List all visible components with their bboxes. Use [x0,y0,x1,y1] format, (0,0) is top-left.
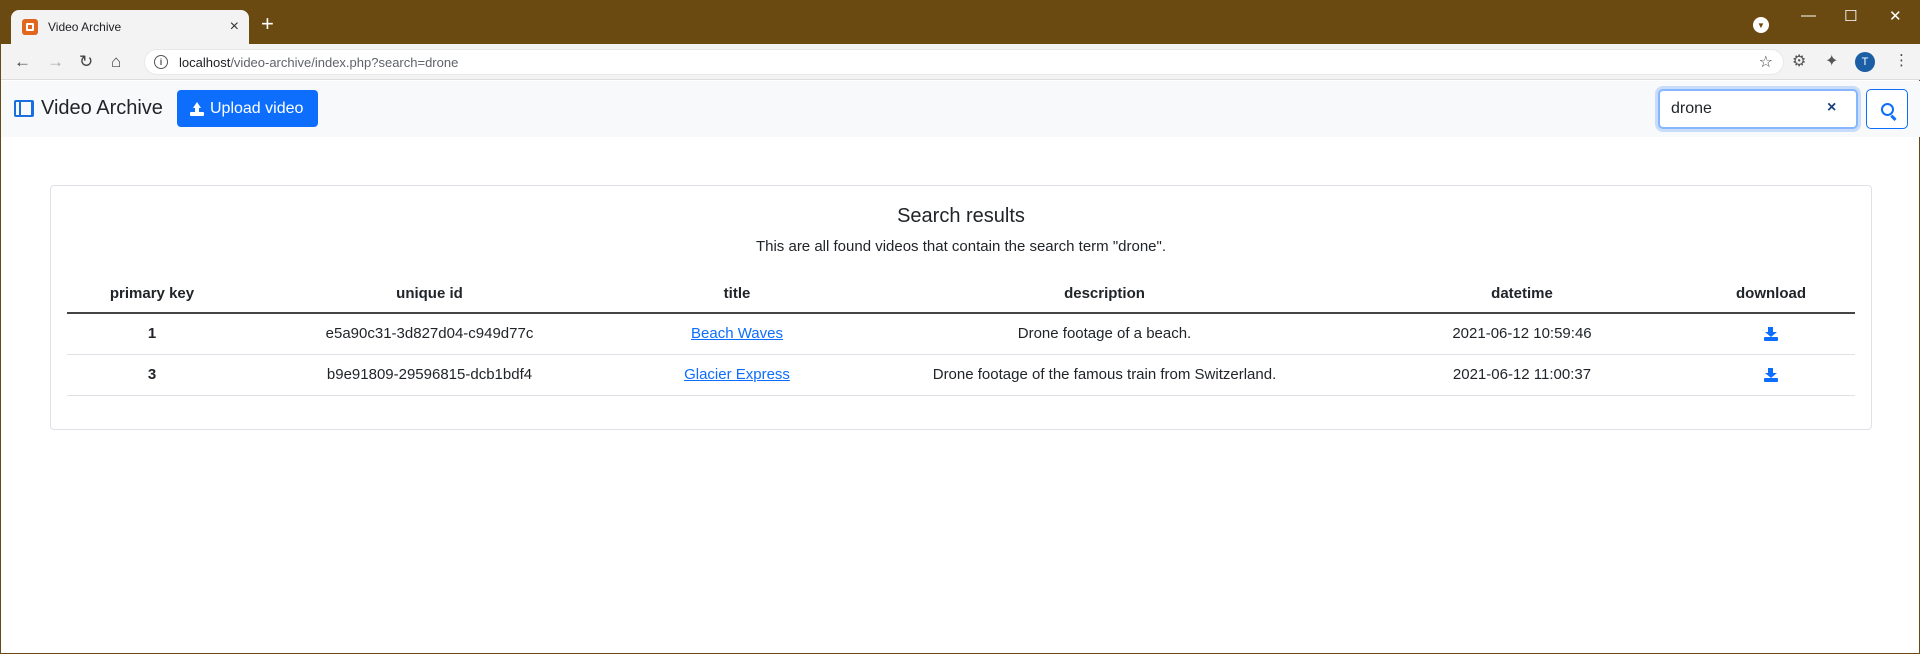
app-navbar: Video Archive Upload video × [1,81,1920,137]
datetime-cell: 2021-06-12 11:00:37 [1357,354,1687,396]
column-header[interactable]: datetime [1357,275,1687,314]
back-icon[interactable]: ← [14,52,31,72]
minimize-icon[interactable]: — [1801,7,1816,24]
download-icon[interactable] [1764,368,1778,383]
column-header[interactable]: download [1687,275,1855,314]
tab-title: Video Archive [48,20,122,34]
settings-extension-icon[interactable]: ⚙ [1792,51,1806,71]
title-cell: Glacier Express [622,354,852,396]
tab-close-icon[interactable]: × [230,18,239,36]
download-cell [1687,354,1855,396]
table-row: 3 b9e91809-29596815-dcb1bdf4 Glacier Exp… [67,354,1855,396]
browser-tab[interactable]: Video Archive × [11,10,249,44]
results-table: primary key unique id title description … [67,275,1855,396]
column-header[interactable]: unique id [237,275,622,314]
search-button[interactable] [1866,89,1908,129]
video-title-link[interactable]: Glacier Express [684,366,790,383]
address-bar[interactable]: i localhost/video-archive/index.php?sear… [144,49,1784,75]
site-info-icon[interactable]: i [154,55,168,69]
datetime-cell: 2021-06-12 10:59:46 [1357,313,1687,355]
maximize-icon[interactable]: ☐ [1844,7,1857,25]
reload-icon[interactable]: ↻ [79,52,93,72]
description-cell: Drone footage of the famous train from S… [852,354,1357,396]
table-header-row: primary key unique id title description … [67,275,1855,314]
results-title: Search results [897,205,1025,227]
table-row: 1 e5a90c31-3d827d04-c949d77c Beach Waves… [67,313,1855,355]
brand[interactable]: Video Archive [14,97,163,120]
primary-key-cell: 1 [67,313,237,355]
browser-titlebar: Video Archive × + ▼ — ☐ ✕ [1,1,1920,44]
title-cell: Beach Waves [622,313,852,355]
clear-search-icon[interactable]: × [1827,99,1836,117]
brand-title: Video Archive [41,97,163,119]
results-card: Search results This are all found videos… [50,185,1872,430]
home-icon[interactable]: ⌂ [111,52,121,72]
upload-button-label: Upload video [210,99,304,117]
primary-key-cell: 3 [67,354,237,396]
tab-search-icon[interactable]: ▼ [1753,17,1769,33]
url-text: localhost/video-archive/index.php?search… [179,54,459,70]
description-cell: Drone footage of a beach. [852,313,1357,355]
browser-menu-icon[interactable]: ⋮ [1894,52,1909,70]
search-icon [1880,102,1894,116]
download-icon[interactable] [1764,327,1778,342]
upload-icon [190,101,204,116]
column-header[interactable]: description [852,275,1357,314]
results-subtitle: This are all found videos that contain t… [755,238,1167,255]
window-close-icon[interactable]: ✕ [1889,7,1902,25]
column-header[interactable]: primary key [67,275,237,314]
download-cell [1687,313,1855,355]
extensions-puzzle-icon[interactable]: ✦ [1825,51,1838,71]
forward-icon[interactable]: → [47,52,64,72]
unique-id-cell: e5a90c31-3d827d04-c949d77c [237,313,622,355]
bookmark-star-icon[interactable]: ☆ [1759,52,1773,72]
new-tab-button[interactable]: + [261,13,274,35]
favicon-icon [22,19,38,35]
unique-id-cell: b9e91809-29596815-dcb1bdf4 [237,354,622,396]
browser-toolbar: ← → ↻ ⌂ i localhost/video-archive/index.… [1,44,1920,80]
profile-avatar[interactable]: T [1855,52,1875,72]
upload-video-button[interactable]: Upload video [177,90,318,127]
video-title-link[interactable]: Beach Waves [691,325,783,342]
column-header[interactable]: title [622,275,852,314]
film-icon [14,100,34,117]
